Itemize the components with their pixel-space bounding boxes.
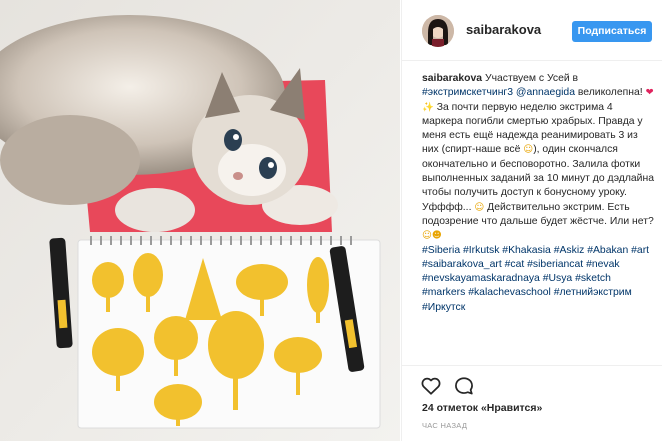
- heart-outline-icon[interactable]: [420, 375, 442, 397]
- avatar[interactable]: [422, 15, 454, 47]
- header-username[interactable]: saibarakova: [466, 22, 541, 37]
- avatar-photo: [422, 15, 454, 47]
- hashtag[interactable]: #art: [631, 245, 649, 256]
- hashtag[interactable]: #Usya: [543, 273, 572, 284]
- hashtag[interactable]: #saibarakova_art: [422, 259, 502, 270]
- hashtag[interactable]: #Siberia: [422, 245, 460, 256]
- smile-emoji-icon: ☺: [523, 144, 534, 156]
- caption-username[interactable]: saibarakova: [422, 73, 482, 84]
- laugh-emoji-icon: ☻: [431, 230, 442, 242]
- heart-emoji-icon: ❤: [645, 87, 654, 99]
- comment-bubble-icon[interactable]: [453, 375, 475, 397]
- hashtag-challenge[interactable]: #экстримскетчинг3: [422, 87, 513, 98]
- hashtag[interactable]: #Иркутск: [422, 302, 465, 313]
- caption-text-1: Участвуем с Усей в: [484, 73, 579, 84]
- post-timestamp[interactable]: ЧАС НАЗАД: [422, 421, 467, 430]
- caption-text-2: великолепна!: [577, 87, 643, 99]
- post-header: saibarakova Подписаться: [402, 0, 662, 61]
- post-photo[interactable]: [0, 0, 400, 441]
- thinking-emoji-icon: ☺: [422, 230, 432, 242]
- grin-emoji-icon: ☺: [474, 201, 485, 213]
- likes-count[interactable]: 24 отметок «Нравится»: [422, 402, 542, 414]
- hashtag[interactable]: #Khakasia: [502, 245, 551, 256]
- hashtag[interactable]: #Abakan: [587, 245, 628, 256]
- hashtag[interactable]: #cat: [505, 259, 525, 270]
- hashtag[interactable]: #nevak: [586, 259, 620, 270]
- photo-illustration: [0, 0, 400, 441]
- hashtag[interactable]: #летнийэкстрим: [554, 287, 632, 298]
- hashtag[interactable]: #markers: [422, 287, 465, 298]
- post-side-panel: saibarakova Подписаться saibarakova Учас…: [401, 0, 662, 441]
- hashtag[interactable]: #sketch: [575, 273, 611, 284]
- sparkles-emoji-icon: ✨: [422, 101, 434, 113]
- post-actions: [402, 365, 662, 405]
- hashtag[interactable]: #nevskayamaskaradnaya: [422, 273, 540, 284]
- hashtag[interactable]: #kalachevaschool: [468, 287, 551, 298]
- hashtag[interactable]: #siberiancat: [527, 259, 583, 270]
- mention-annaegida[interactable]: @annaegida: [516, 87, 575, 98]
- post-caption: saibarakova Участвуем с Усей в #экстримс…: [422, 72, 656, 315]
- follow-button[interactable]: Подписаться: [572, 21, 652, 42]
- hashtag[interactable]: #Irkutsk: [463, 245, 499, 256]
- hashtag[interactable]: #Askiz: [554, 245, 585, 256]
